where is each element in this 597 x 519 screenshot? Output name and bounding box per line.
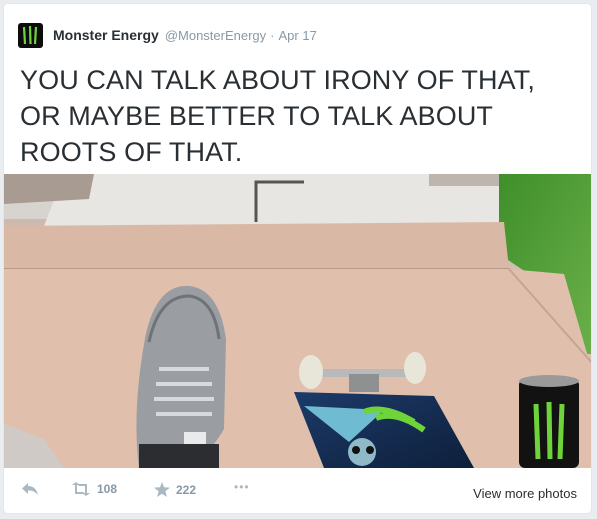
view-more-photos-link[interactable]: View more photos: [473, 486, 577, 501]
user-handle[interactable]: @MonsterEnergy: [165, 28, 266, 43]
star-icon: [154, 482, 170, 497]
more-dots-icon: •••: [234, 480, 250, 494]
more-button[interactable]: •••: [234, 480, 250, 494]
retweet-count: 108: [97, 482, 118, 496]
tweet-card: Monster Energy @MonsterEnergy · Apr 17 Y…: [3, 3, 592, 514]
tweet-header: Monster Energy @MonsterEnergy · Apr 17: [18, 21, 317, 49]
tweet-line: YOU CAN TALK ABOUT IRONY OF THAT,: [20, 65, 535, 95]
favorite-count: 222: [176, 482, 197, 497]
separator-dot: ·: [270, 27, 275, 43]
tweet-line: ROOTS OF THAT.: [20, 137, 243, 167]
reply-button[interactable]: [21, 482, 39, 496]
tweet-line: OR MAYBE BETTER TO TALK ABOUT: [20, 101, 494, 131]
retweet-button[interactable]: 108: [71, 482, 117, 496]
tweet-text: YOU CAN TALK ABOUT IRONY OF THAT, OR MAY…: [20, 62, 580, 170]
reply-arrow-icon: [22, 483, 38, 495]
tweet-date[interactable]: Apr 17: [279, 28, 317, 43]
tweet-actions: 108 222 ••• View more photos: [4, 472, 591, 512]
tweet-photo[interactable]: [4, 174, 591, 468]
retweet-icon: [72, 482, 90, 496]
favorite-button[interactable]: 222: [154, 482, 196, 497]
avatar[interactable]: [18, 22, 43, 48]
monster-claw-logo-icon: [22, 25, 38, 44]
display-name[interactable]: Monster Energy: [53, 27, 159, 43]
